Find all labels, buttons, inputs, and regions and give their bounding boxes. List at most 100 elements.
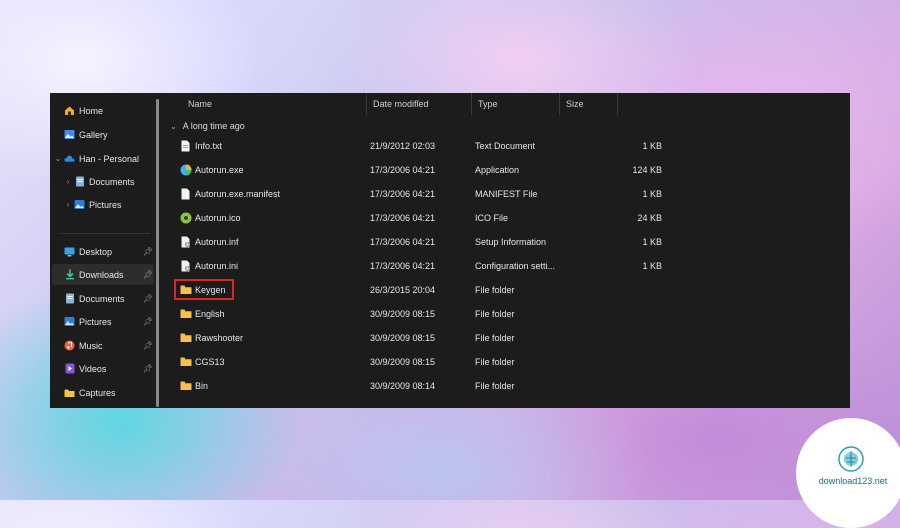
file-row[interactable]: Autorun.exe.manifest 17/3/2006 04:21 MANIF… — [164, 182, 850, 206]
file-name: Bin — [195, 381, 209, 391]
file-list-pane: Name Date modified ⌄ Type Size ⌄ A long … — [164, 93, 850, 408]
sidebar-item-label: Videos — [79, 363, 107, 374]
download-icon — [64, 269, 75, 280]
column-header-type[interactable]: Type — [472, 93, 560, 115]
navigation-pane: Home Gallery ⌄ Han - Personal › Document… — [50, 93, 160, 408]
file-row[interactable]: Autorun.exe 17/3/2006 04:21 Application 124… — [164, 158, 850, 182]
file-row[interactable]: Autorun.inf 17/3/2006 04:21 Setup Informat… — [164, 230, 850, 254]
nav-divider — [60, 233, 150, 234]
brain-logo-icon — [838, 446, 864, 472]
file-date-modified: 17/3/2006 04:21 — [370, 261, 436, 271]
sidebar-item-label: Pictures — [79, 316, 112, 327]
sidebar-item-documents-onedrive[interactable]: › Documents — [62, 171, 154, 192]
file-row[interactable]: Keygen 26/3/2015 20:04 File folder — [164, 278, 850, 302]
settings-file-icon — [180, 260, 192, 272]
file-date-modified: 30/9/2009 08:14 — [370, 381, 436, 391]
file-name: Autorun.ini — [195, 261, 239, 271]
desktop-icon — [64, 246, 75, 257]
sidebar-item-label: Documents — [79, 293, 125, 304]
column-header-size[interactable]: Size — [560, 93, 618, 115]
file-date-modified: 30/9/2009 08:15 — [370, 357, 436, 367]
chevron-down-icon[interactable]: ⌄ — [52, 154, 64, 163]
sidebar-item-gallery[interactable]: Gallery — [52, 124, 154, 145]
video-icon — [64, 363, 75, 374]
folder-icon — [180, 308, 192, 320]
file-date-modified: 17/3/2006 04:21 — [370, 165, 436, 175]
pin-icon[interactable]: 📌︎ — [142, 341, 154, 350]
settings-file-icon — [180, 236, 192, 248]
file-row[interactable]: Info.txt 21/9/2012 02:03 Text Document 1 KB — [164, 134, 850, 158]
watermark-text: download123.net — [818, 476, 888, 486]
pin-icon[interactable]: 📌︎ — [142, 364, 154, 373]
file-size: 1 KB — [642, 261, 662, 271]
sidebar-item-han-personal[interactable]: ⌄ Han - Personal — [52, 148, 154, 169]
home-icon — [64, 105, 75, 116]
file-size — [564, 326, 662, 350]
folder-icon — [180, 332, 192, 344]
file-type: File folder — [475, 381, 515, 391]
file-name: CGS13 — [195, 357, 225, 367]
sidebar-item-label: Han - Personal — [79, 153, 140, 164]
document-icon — [74, 176, 85, 187]
file-type: Text Document — [475, 141, 536, 151]
file-size: 124 KB — [632, 165, 662, 175]
sidebar-item-home[interactable]: Home — [52, 100, 154, 121]
pin-icon[interactable]: 📌︎ — [142, 317, 154, 326]
file-size — [564, 278, 662, 302]
sidebar-item-captures[interactable]: Captures — [52, 382, 154, 403]
pin-icon[interactable]: 📌︎ — [142, 294, 154, 303]
sidebar-scrollbar[interactable] — [156, 99, 159, 407]
sidebar-item-pictures-onedrive[interactable]: › Pictures — [62, 194, 154, 215]
file-name: Autorun.exe.manifest — [195, 189, 281, 199]
file-date-modified: 30/9/2009 08:15 — [370, 333, 436, 343]
watermark-badge — [796, 418, 900, 528]
file-name: Autorun.exe — [195, 165, 244, 175]
sidebar-item-label: Downloads — [79, 269, 124, 280]
file-name: Autorun.ico — [195, 213, 241, 223]
sidebar-item-videos[interactable]: Videos 📌︎ — [52, 358, 154, 379]
file-type: File folder — [475, 357, 515, 367]
chevron-right-icon[interactable]: › — [62, 177, 74, 186]
file-name: English — [195, 309, 225, 319]
sidebar-item-downloads[interactable]: Downloads 📌︎ — [52, 264, 154, 285]
sidebar-item-label: Documents — [89, 176, 135, 187]
column-header-date-modified[interactable]: Date modified ⌄ — [367, 93, 472, 115]
ico-file-icon — [180, 212, 192, 224]
highlight-box — [174, 279, 234, 300]
file-explorer-window: Home Gallery ⌄ Han - Personal › Document… — [50, 93, 850, 408]
file-name: Info.txt — [195, 141, 223, 151]
file-date-modified: 17/3/2006 04:21 — [370, 189, 436, 199]
file-row[interactable]: English 30/9/2009 08:15 File folder — [164, 302, 850, 326]
file-row[interactable]: Autorun.ini 17/3/2006 04:21 Configuration … — [164, 254, 850, 278]
file-size: 1 KB — [642, 189, 662, 199]
group-header[interactable]: ⌄ A long time ago — [170, 119, 245, 133]
file-date-modified: 17/3/2006 04:21 — [370, 213, 436, 223]
folder-icon — [64, 387, 75, 398]
folder-icon — [180, 356, 192, 368]
sidebar-item-desktop[interactable]: Desktop 📌︎ — [52, 241, 154, 262]
chevron-down-icon: ⌄ — [170, 121, 177, 131]
sidebar-item-label: Gallery — [79, 129, 108, 140]
column-header-name[interactable]: Name — [182, 93, 367, 115]
sidebar-item-label: Captures — [79, 387, 116, 398]
sidebar-item-music[interactable]: Music 📌︎ — [52, 335, 154, 356]
file-size: 1 KB — [642, 141, 662, 151]
file-row[interactable]: Autorun.ico 17/3/2006 04:21 ICO File 24 KB — [164, 206, 850, 230]
file-row[interactable]: Rawshooter 30/9/2009 08:15 File folder — [164, 326, 850, 350]
file-date-modified: 21/9/2012 02:03 — [370, 141, 436, 151]
sidebar-item-label: Music — [79, 340, 103, 351]
application-icon — [180, 164, 192, 176]
file-row[interactable]: Bin 30/9/2009 08:14 File folder — [164, 374, 850, 398]
sidebar-item-documents[interactable]: Documents 📌︎ — [52, 288, 154, 309]
file-type: Setup Information — [475, 237, 547, 247]
chevron-right-icon[interactable]: › — [62, 200, 74, 209]
file-type: Application — [475, 165, 520, 175]
file-row[interactable]: CGS13 30/9/2009 08:15 File folder — [164, 350, 850, 374]
file-size — [564, 302, 662, 326]
sidebar-item-pictures[interactable]: Pictures 📌︎ — [52, 311, 154, 332]
pin-icon[interactable]: 📌︎ — [142, 247, 154, 256]
pin-icon[interactable]: 📌︎ — [142, 270, 154, 279]
file-type: File folder — [475, 333, 515, 343]
file-name: Autorun.inf — [195, 237, 239, 247]
column-headers: Name Date modified ⌄ Type Size — [164, 93, 850, 115]
